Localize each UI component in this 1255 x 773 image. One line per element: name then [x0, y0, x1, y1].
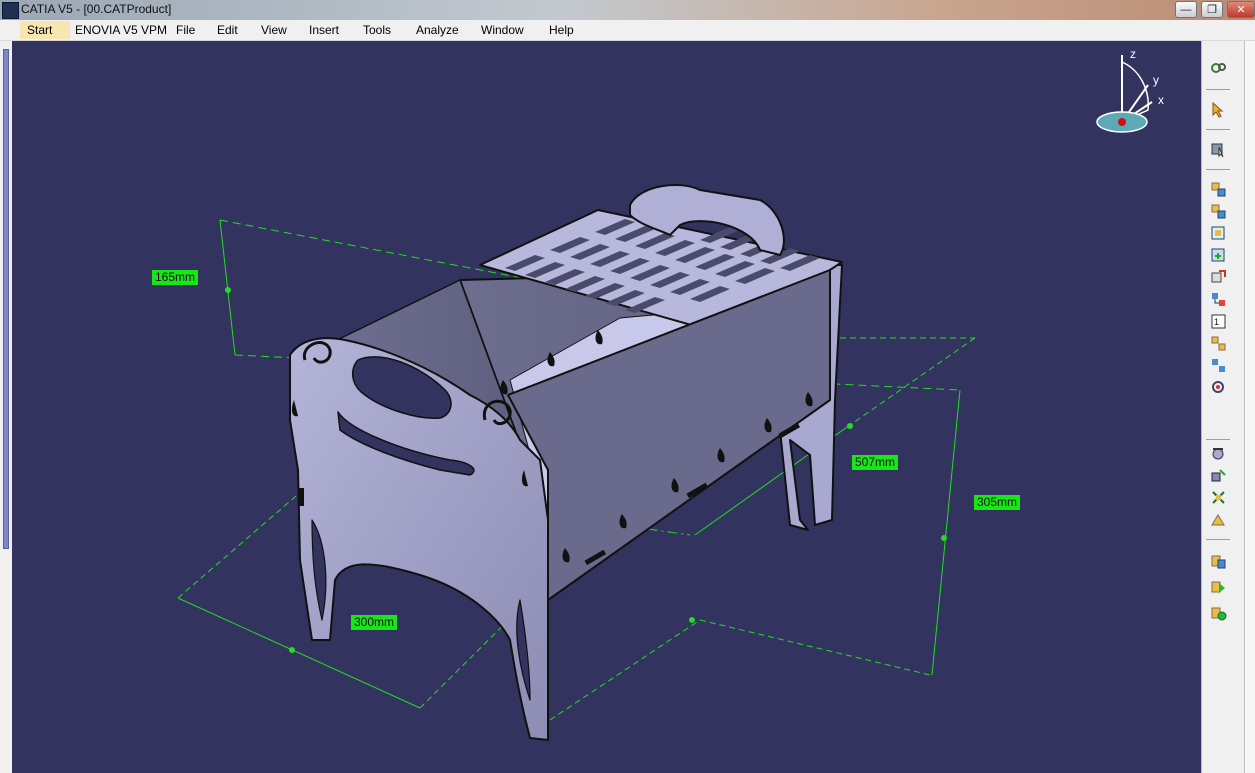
menu-edit[interactable]: Edit	[217, 23, 238, 37]
product-structure-icon[interactable]	[1210, 181, 1227, 198]
minimize-button[interactable]: —	[1175, 1, 1197, 18]
sketcher-icon[interactable]	[1210, 59, 1227, 76]
menu-tools[interactable]: Tools	[363, 23, 391, 37]
menu-bar: Start ENOVIA V5 VPM File Edit View Inser…	[0, 20, 1255, 41]
toolbar-separator	[1206, 539, 1230, 540]
explode-icon[interactable]	[1210, 489, 1227, 506]
catia-app-icon[interactable]	[2, 2, 19, 19]
compass-y-label: y	[1153, 73, 1159, 87]
toolbar-separator	[1206, 169, 1230, 170]
menu-insert[interactable]: Insert	[309, 23, 339, 37]
menu-file[interactable]: File	[176, 23, 195, 37]
graph-tree-icon[interactable]	[1210, 291, 1227, 308]
offset-constraint-icon[interactable]	[1210, 605, 1227, 622]
deselect-icon[interactable]	[1210, 141, 1227, 158]
insert-component-icon[interactable]	[1210, 203, 1227, 220]
dimension-label-165[interactable]: 165mm	[152, 270, 199, 285]
3d-viewport[interactable]: z y x 165mm 507mm 305mm 300mm	[12, 41, 1201, 773]
dimension-label-300[interactable]: 300mm	[351, 615, 398, 630]
menu-start[interactable]: Start	[20, 21, 70, 39]
menu-analyze[interactable]: Analyze	[416, 23, 459, 37]
fast-multi-instantiation-icon[interactable]	[1210, 357, 1227, 374]
snap-icon[interactable]	[1210, 467, 1227, 484]
vertical-scrollbar[interactable]	[3, 49, 9, 549]
compass-x-label: x	[1158, 93, 1164, 107]
compass-icon[interactable]: z y x	[1096, 47, 1164, 133]
restore-button[interactable]: ❐	[1201, 1, 1223, 18]
dimension-label-507[interactable]: 507mm	[852, 455, 899, 470]
menu-help[interactable]: Help	[549, 23, 574, 37]
menu-view[interactable]: View	[261, 23, 287, 37]
menu-enovia[interactable]: ENOVIA V5 VPM	[75, 23, 167, 37]
existing-component-icon[interactable]	[1210, 247, 1227, 264]
window-title: CATIA V5 - [00.CATProduct]	[21, 2, 172, 16]
manipulation-icon[interactable]	[1210, 445, 1227, 462]
left-edge-panel	[0, 41, 12, 773]
stop-manipulate-icon[interactable]	[1210, 511, 1227, 528]
coincidence-constraint-icon[interactable]	[1210, 553, 1227, 570]
select-icon[interactable]	[1210, 101, 1227, 118]
brazier-model[interactable]	[289, 184, 843, 741]
toolbar-separator	[1206, 439, 1230, 440]
toolbar-separator	[1206, 129, 1230, 130]
contact-constraint-icon[interactable]	[1210, 579, 1227, 596]
dimension-label-305[interactable]: 305mm	[974, 495, 1021, 510]
compass-z-label: z	[1130, 47, 1136, 61]
svg-text:1: 1	[1214, 317, 1219, 327]
right-toolbar: 1	[1201, 41, 1255, 773]
title-bar: CATIA V5 - [00.CATProduct] — ❐ ✕	[0, 0, 1255, 20]
toolbar-overflow-edge	[1244, 41, 1255, 773]
close-button[interactable]: ✕	[1227, 1, 1255, 18]
new-product-icon[interactable]	[1210, 225, 1227, 242]
generate-numbering-icon[interactable]: 1	[1210, 313, 1227, 330]
toolbar-separator	[1206, 89, 1230, 90]
model-canvas[interactable]: z y x	[12, 41, 1201, 773]
replace-component-icon[interactable]	[1210, 269, 1227, 286]
multi-instantiation-icon[interactable]	[1210, 335, 1227, 352]
menu-window[interactable]: Window	[481, 23, 524, 37]
reuse-pattern-icon[interactable]	[1210, 379, 1227, 396]
